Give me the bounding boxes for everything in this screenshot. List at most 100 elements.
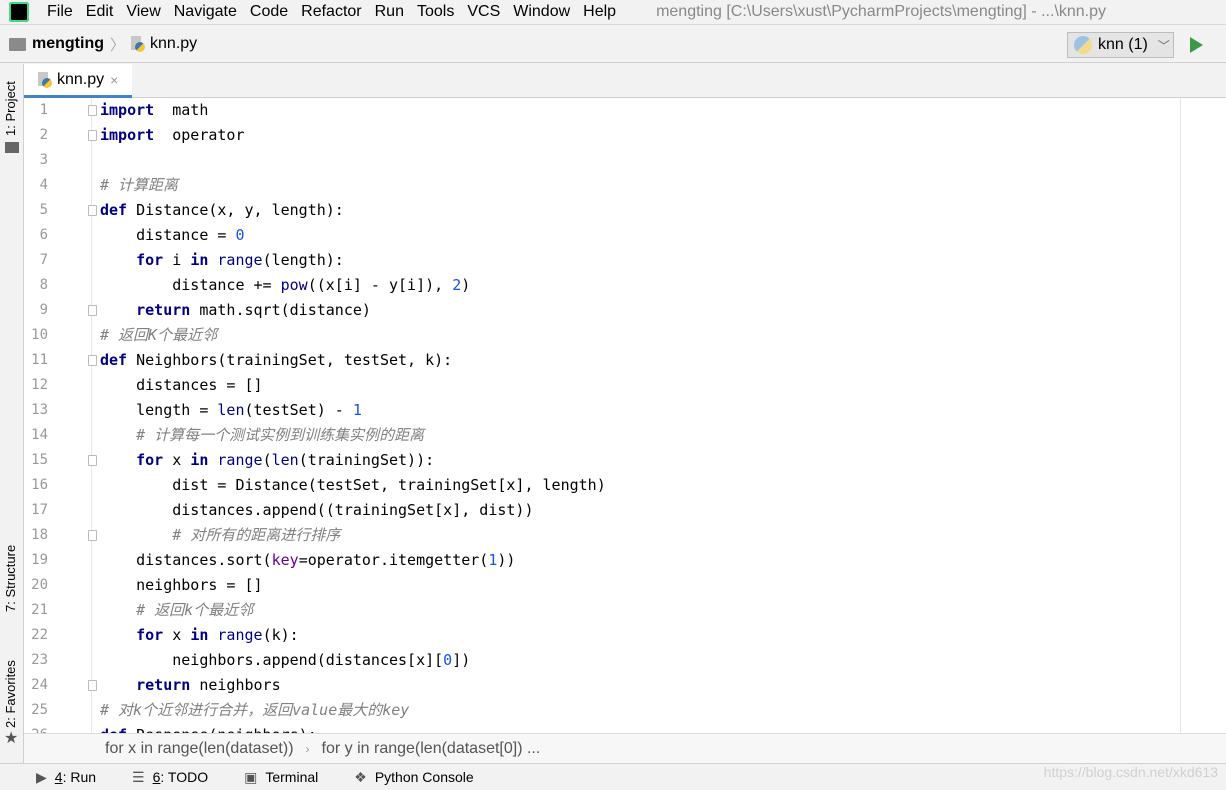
breadcrumb-item[interactable]: for x in range(len(dataset))	[105, 740, 294, 758]
editor-tabs: knn.py ×	[24, 64, 1226, 98]
code-token: return	[136, 301, 191, 319]
code-line: 24 return neighbors	[24, 673, 1174, 698]
nav-project[interactable]: mengting	[32, 35, 104, 53]
line-number: 18	[31, 527, 48, 543]
close-icon[interactable]: ×	[110, 72, 118, 88]
tool-run[interactable]: ▶ 4: Run	[36, 769, 96, 786]
code-line: 18 # 对所有的距离进行排序	[24, 523, 1174, 548]
fold-marker-icon[interactable]	[88, 355, 97, 366]
line-number: 4	[39, 177, 48, 193]
tool-label: : Run	[62, 769, 97, 785]
code-line: 26 def Response(neighbors):	[24, 723, 1174, 733]
code-text: for x in range(k):	[100, 623, 299, 648]
code-token: neighbors = []	[100, 576, 263, 594]
code-token: Neighbors(trainingSet, testSet, k):	[127, 351, 453, 369]
code-line: 16 dist = Distance(testSet, trainingSet[…	[24, 473, 1174, 498]
left-tool-strip: 1: Project 7: Structure 2: Favorites ★	[0, 64, 24, 763]
code-token: =operator.itemgetter(	[298, 551, 489, 569]
fold-marker-icon[interactable]	[88, 105, 97, 116]
menu-vcs[interactable]: VCS	[467, 3, 500, 21]
code-editor[interactable]: 1 import math 2 import operator 3 4 # 计算距离 5 def…	[24, 98, 1226, 733]
run-configuration-select[interactable]: knn (1) ﹀	[1067, 32, 1174, 58]
code-line: 4 # 计算距离	[24, 173, 1174, 198]
code-text: def Neighbors(trainingSet, testSet, k):	[100, 348, 452, 373]
fold-marker-icon[interactable]	[88, 130, 97, 141]
run-button[interactable]	[1190, 37, 1203, 53]
tool-todo[interactable]: ☰ 6: TODO	[132, 769, 208, 786]
code-token: distances = []	[100, 376, 263, 394]
code-text: for i in range(length):	[100, 248, 344, 273]
line-number: 5	[39, 202, 48, 218]
line-number: 12	[31, 377, 48, 393]
code-text: # 对所有的距离进行排序	[100, 523, 340, 548]
menu-tools[interactable]: Tools	[417, 3, 454, 21]
code-token: (testSet) -	[244, 401, 353, 419]
code-text: # 计算距离	[100, 173, 178, 198]
code-token: range	[217, 251, 263, 269]
code-token: 2	[452, 276, 462, 294]
menu-edit[interactable]: Edit	[86, 3, 114, 21]
tab-label: knn.py	[57, 70, 105, 88]
code-token: operator	[154, 126, 245, 144]
python-file-icon	[38, 71, 52, 88]
code-text: neighbors.append(distances[x][0])	[100, 648, 470, 673]
python-file-icon	[131, 36, 146, 52]
code-line: 25 # 对k个近邻进行合并，返回value最大的key	[24, 698, 1174, 723]
tool-key: 6	[152, 769, 161, 785]
fold-marker-icon[interactable]	[88, 205, 97, 216]
menu-navigate[interactable]: Navigate	[174, 3, 237, 21]
structure-tool-tab[interactable]: 7: Structure	[3, 545, 18, 612]
nav-file[interactable]: knn.py	[150, 35, 197, 53]
code-token: in	[190, 451, 209, 469]
line-number: 2	[39, 127, 48, 143]
tool-pythonconsole[interactable]: ❖ Python Console	[354, 769, 473, 786]
code-text: def Response(neighbors):	[100, 723, 317, 733]
code-token: ((x[i] - y[i]),	[307, 276, 453, 294]
menu-view[interactable]: View	[126, 3, 160, 21]
line-number: 17	[31, 502, 48, 518]
code-text: for x in range(len(trainingSet)):	[100, 448, 434, 473]
fold-marker-icon[interactable]	[88, 680, 97, 691]
code-line: 7 for i in range(length):	[24, 248, 1174, 273]
project-tool-tab[interactable]: 1: Project	[3, 81, 18, 136]
code-token: (length):	[262, 251, 344, 269]
line-number: 23	[31, 652, 48, 668]
fold-marker-icon[interactable]	[88, 530, 97, 541]
menu-window[interactable]: Window	[513, 3, 570, 21]
tool-terminal[interactable]: ▣ Terminal	[244, 769, 318, 786]
right-margin-guide	[1180, 98, 1181, 733]
menu-refactor[interactable]: Refactor	[301, 3, 361, 21]
menu-file[interactable]: File	[47, 3, 73, 21]
code-token: for	[136, 626, 164, 644]
python-icon: ❖	[354, 768, 367, 785]
menu-help[interactable]: Help	[583, 3, 616, 21]
code-token: i	[163, 251, 191, 269]
menu-code[interactable]: Code	[250, 3, 288, 21]
code-token: ))	[497, 551, 516, 569]
line-number: 8	[39, 277, 48, 293]
code-token: return	[136, 676, 191, 694]
code-line: 8 distance += pow((x[i] - y[i]), 2)	[24, 273, 1174, 298]
code-token: for	[136, 251, 164, 269]
code-text: distance += pow((x[i] - y[i]), 2)	[100, 273, 470, 298]
code-token: pow	[280, 276, 308, 294]
code-line: 15 for x in range(len(trainingSet)):	[24, 448, 1174, 473]
fold-marker-icon[interactable]	[88, 305, 97, 316]
code-line: 2 import operator	[24, 123, 1174, 148]
code-token: (	[262, 451, 272, 469]
breadcrumb-item[interactable]: for y in range(len(dataset[0]) ...	[322, 740, 541, 758]
fold-marker-icon[interactable]	[88, 455, 97, 466]
menu-run[interactable]: Run	[375, 3, 404, 21]
favorites-tool-tab[interactable]: 2: Favorites	[3, 660, 18, 728]
tab-knn-py[interactable]: knn.py ×	[24, 64, 132, 98]
code-line: 11 def Neighbors(trainingSet, testSet, k)…	[24, 348, 1174, 373]
code-token: len	[271, 451, 299, 469]
code-text: import operator	[100, 123, 245, 148]
play-icon: ▶	[36, 768, 47, 785]
code-token: distances.sort(	[100, 551, 272, 569]
code-token: distance =	[100, 226, 236, 244]
code-token: math.sqrt(distance)	[190, 301, 371, 319]
